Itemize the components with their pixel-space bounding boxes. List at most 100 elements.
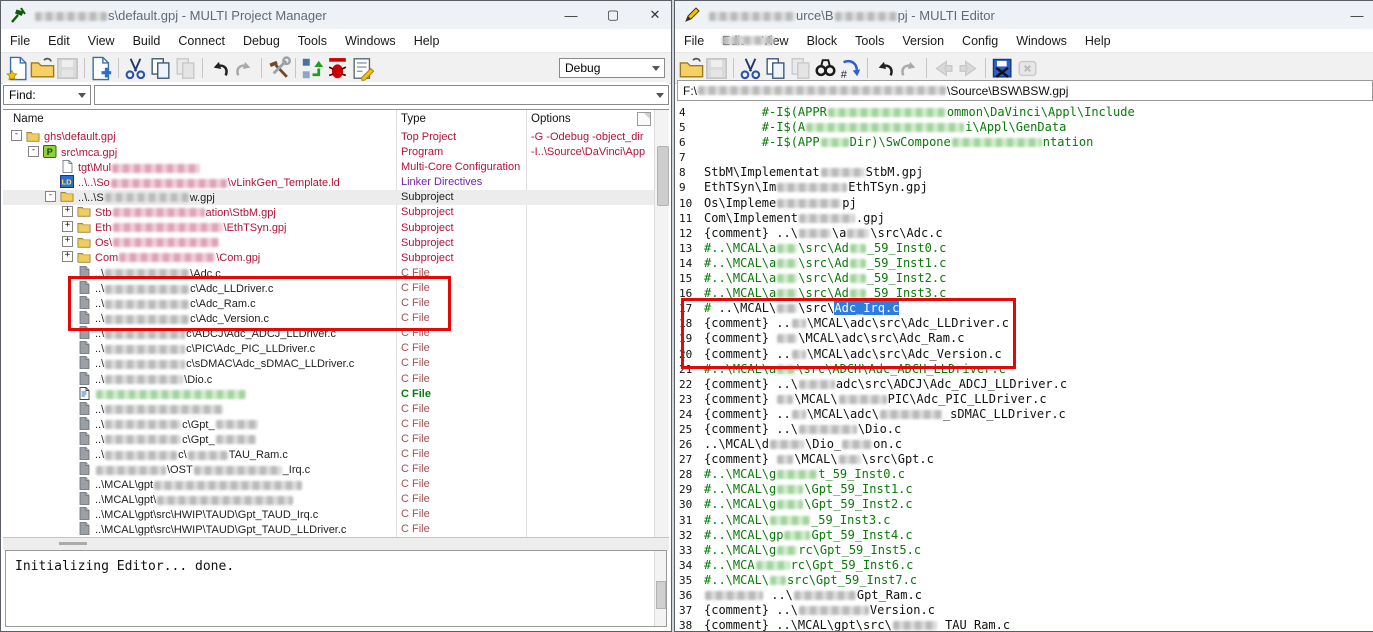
collapse-icon[interactable]	[28, 146, 39, 157]
menu-tools[interactable]: Tools	[289, 34, 336, 48]
editor-line[interactable]: 37{comment} ..\Version.c	[679, 603, 1373, 618]
editor-line[interactable]: 34#..\MCArc\Gpt_59_Inst6.c	[679, 558, 1373, 573]
tree-row[interactable]: ..\c\Gpt_C File	[3, 432, 655, 447]
editor-line[interactable]: 25{comment} ..\\Dio.c	[679, 422, 1373, 437]
menu-file[interactable]: File	[675, 34, 713, 48]
copy-icon[interactable]	[763, 56, 788, 80]
editor-line[interactable]: 23{comment} \MCAL\PIC\Adc_PIC_LLDriver.c	[679, 392, 1373, 407]
save-close-icon[interactable]	[990, 56, 1015, 80]
editor-titlebar[interactable]: urce\Bpj - MULTI Editor —	[675, 1, 1373, 29]
tree-row[interactable]: ..\MCAL\gptC File	[3, 477, 655, 492]
menu-windows[interactable]: Windows	[1007, 34, 1076, 48]
tree-row[interactable]: LD..\..\So\vLinkGen_Template.ldLinker Di…	[3, 175, 655, 190]
tree-row[interactable]: Eth\EthTSyn.gpjSubproject	[3, 221, 655, 236]
file-path-input[interactable]: F:\\Source\BSW\BSW.gpj	[677, 80, 1373, 101]
pane-splitter[interactable]	[3, 537, 669, 550]
menu-view[interactable]: View	[79, 34, 124, 48]
menu-windows[interactable]: Windows	[336, 34, 405, 48]
column-name[interactable]: Name	[13, 113, 44, 125]
cut-icon[interactable]	[123, 56, 148, 80]
undo-icon[interactable]	[872, 56, 897, 80]
copy-icon[interactable]	[148, 56, 173, 80]
menu-config[interactable]: Config	[953, 34, 1007, 48]
editor-line[interactable]: 6 #-I$(APPDir)\SwComponentation	[679, 135, 1373, 150]
editor-line[interactable]: 22{comment} ..\adc\src\ADCJ\Adc_ADCJ_LLD…	[679, 377, 1373, 392]
expand-icon[interactable]	[62, 221, 73, 232]
scrollbar-thumb[interactable]	[656, 581, 666, 609]
maximize-button[interactable]: ▢	[605, 7, 621, 23]
editor-line[interactable]: 29#..\MCAL\g\Gpt_59_Inst1.c	[679, 482, 1373, 497]
column-type[interactable]: Type	[401, 113, 426, 125]
editor-line[interactable]: 35#..\MCAL\src\Gpt_59_Inst7.c	[679, 573, 1373, 588]
column-options[interactable]: Options	[531, 113, 571, 125]
menu-help[interactable]: Help	[405, 34, 449, 48]
tree-row[interactable]: ..\MCAL\gpt\src\HWIP\TAUD\Gpt_TAUD_LLDri…	[3, 522, 655, 537]
expand-icon[interactable]	[62, 206, 73, 217]
find-combo[interactable]: Find:	[3, 85, 91, 105]
splitter-handle[interactable]	[59, 542, 87, 545]
cut-icon[interactable]	[738, 56, 763, 80]
editor-line[interactable]: 24{comment} ..\MCAL\adc\_sDMAC_LLDriver.…	[679, 407, 1373, 422]
find-icon[interactable]	[813, 56, 838, 80]
menu-connect[interactable]: Connect	[169, 34, 234, 48]
menu-tools[interactable]: Tools	[846, 34, 893, 48]
tree-row[interactable]: ..\C File	[3, 402, 655, 417]
goto-line-icon[interactable]: #	[838, 56, 863, 80]
open-folder-icon[interactable]	[679, 56, 704, 80]
tree-row[interactable]: ..\c\Gpt_C File	[3, 417, 655, 432]
connect-icon[interactable]	[300, 56, 325, 80]
tree-row[interactable]: \OST_Irq.cC File	[3, 462, 655, 477]
tree-row[interactable]: Psrc\mca.gpjProgram-I..\Source\DaVinci\A…	[3, 145, 655, 160]
output-log-panel[interactable]: Initializing Editor... done.	[5, 550, 667, 627]
debug-icon[interactable]	[325, 56, 350, 80]
close-button[interactable]: ✕	[647, 7, 663, 23]
output-scrollbar[interactable]	[654, 551, 666, 626]
editor-line[interactable]: 28#..\MCAL\gt_59_Inst0.c	[679, 467, 1373, 482]
tree-row[interactable]: Stbation\StbM.gpjSubproject	[3, 205, 655, 220]
minimize-button[interactable]: —	[1349, 8, 1365, 23]
editor-line[interactable]: 8StbM\ImplementatStbM.gpj	[679, 165, 1373, 180]
minimize-button[interactable]: —	[563, 8, 579, 23]
find-input-combo[interactable]	[94, 85, 669, 105]
tree-row[interactable]: ..\\Dio.cC File	[3, 372, 655, 387]
add-file-icon[interactable]	[89, 56, 114, 80]
tree-row[interactable]: Os\Subproject	[3, 236, 655, 251]
editor-line[interactable]: 14#..\MCAL\a\src\Ad_59_Inst1.c	[679, 256, 1373, 271]
tree-row[interactable]: ..\c\sDMAC\Adc_sDMAC_LLDriver.cC File	[3, 356, 655, 371]
tree-vertical-scrollbar[interactable]	[654, 110, 669, 538]
editor-line[interactable]: 4 #-I$(APPRommon\DaVinci\Appl\Include	[679, 105, 1373, 120]
editor-line[interactable]: 13#..\MCAL\a\src\Ad_59_Inst0.c	[679, 241, 1373, 256]
expand-icon[interactable]	[62, 236, 73, 247]
editor-line[interactable]: 38{comment} ..\MCAL\gpt\src\_TAU_Ram.c	[679, 618, 1373, 631]
tree-row[interactable]: ..\MCAL\gpt\src\HWIP\TAUD\Gpt_TAUD_Irq.c…	[3, 507, 655, 522]
curl-corner-icon[interactable]	[637, 112, 651, 126]
editor-line[interactable]: 10Os\Implemepj	[679, 196, 1373, 211]
menu-help[interactable]: Help	[1076, 34, 1120, 48]
edit-notes-icon[interactable]	[350, 56, 375, 80]
editor-line[interactable]: 15#..\MCAL\a\src\Ad_59_Inst2.c	[679, 271, 1373, 286]
tree-row[interactable]: ..\c\PIC\Adc_PIC_LLDriver.cC File	[3, 341, 655, 356]
build-config-combo[interactable]: Debug	[559, 58, 665, 78]
editor-line[interactable]: 7	[679, 150, 1373, 165]
tree-row[interactable]: ..\..\Sw.gpjSubproject	[3, 190, 655, 205]
project-manager-titlebar[interactable]: s\default.gpj - MULTI Project Manager — …	[1, 1, 671, 29]
tree-row[interactable]: ghs\default.gpjTop Project-G -Odebug -ob…	[3, 130, 655, 145]
collapse-icon[interactable]	[11, 130, 22, 141]
menu-version[interactable]: Version	[893, 34, 953, 48]
tree-row[interactable]: Com\Com.gpjSubproject	[3, 251, 655, 266]
menu-edit[interactable]: Edit	[39, 34, 79, 48]
editor-line[interactable]: 31#..\MCAL\_59_Inst3.c	[679, 513, 1373, 528]
tree-row[interactable]: ..\c\TAU_Ram.cC File	[3, 447, 655, 462]
undo-icon[interactable]	[207, 56, 232, 80]
editor-line[interactable]: 11Com\Implement.gpj	[679, 211, 1373, 226]
menu-block[interactable]: Block	[798, 34, 847, 48]
editor-line[interactable]: 5 #-I$(Ai\Appl\GenData	[679, 120, 1373, 135]
editor-line[interactable]: 9EthTSyn\ImEthTSyn.gpj	[679, 180, 1373, 195]
editor-line[interactable]: 33#..\MCAL\grc\Gpt_59_Inst5.c	[679, 543, 1373, 558]
editor-line[interactable]: 26..\MCAL\d\Dio_on.c	[679, 437, 1373, 452]
menu-file[interactable]: File	[1, 34, 39, 48]
tree-row[interactable]: tgt\MulMulti-Core Configuration	[3, 160, 655, 175]
expand-icon[interactable]	[62, 251, 73, 262]
menu-build[interactable]: Build	[124, 34, 170, 48]
menu-debug[interactable]: Debug	[234, 34, 289, 48]
